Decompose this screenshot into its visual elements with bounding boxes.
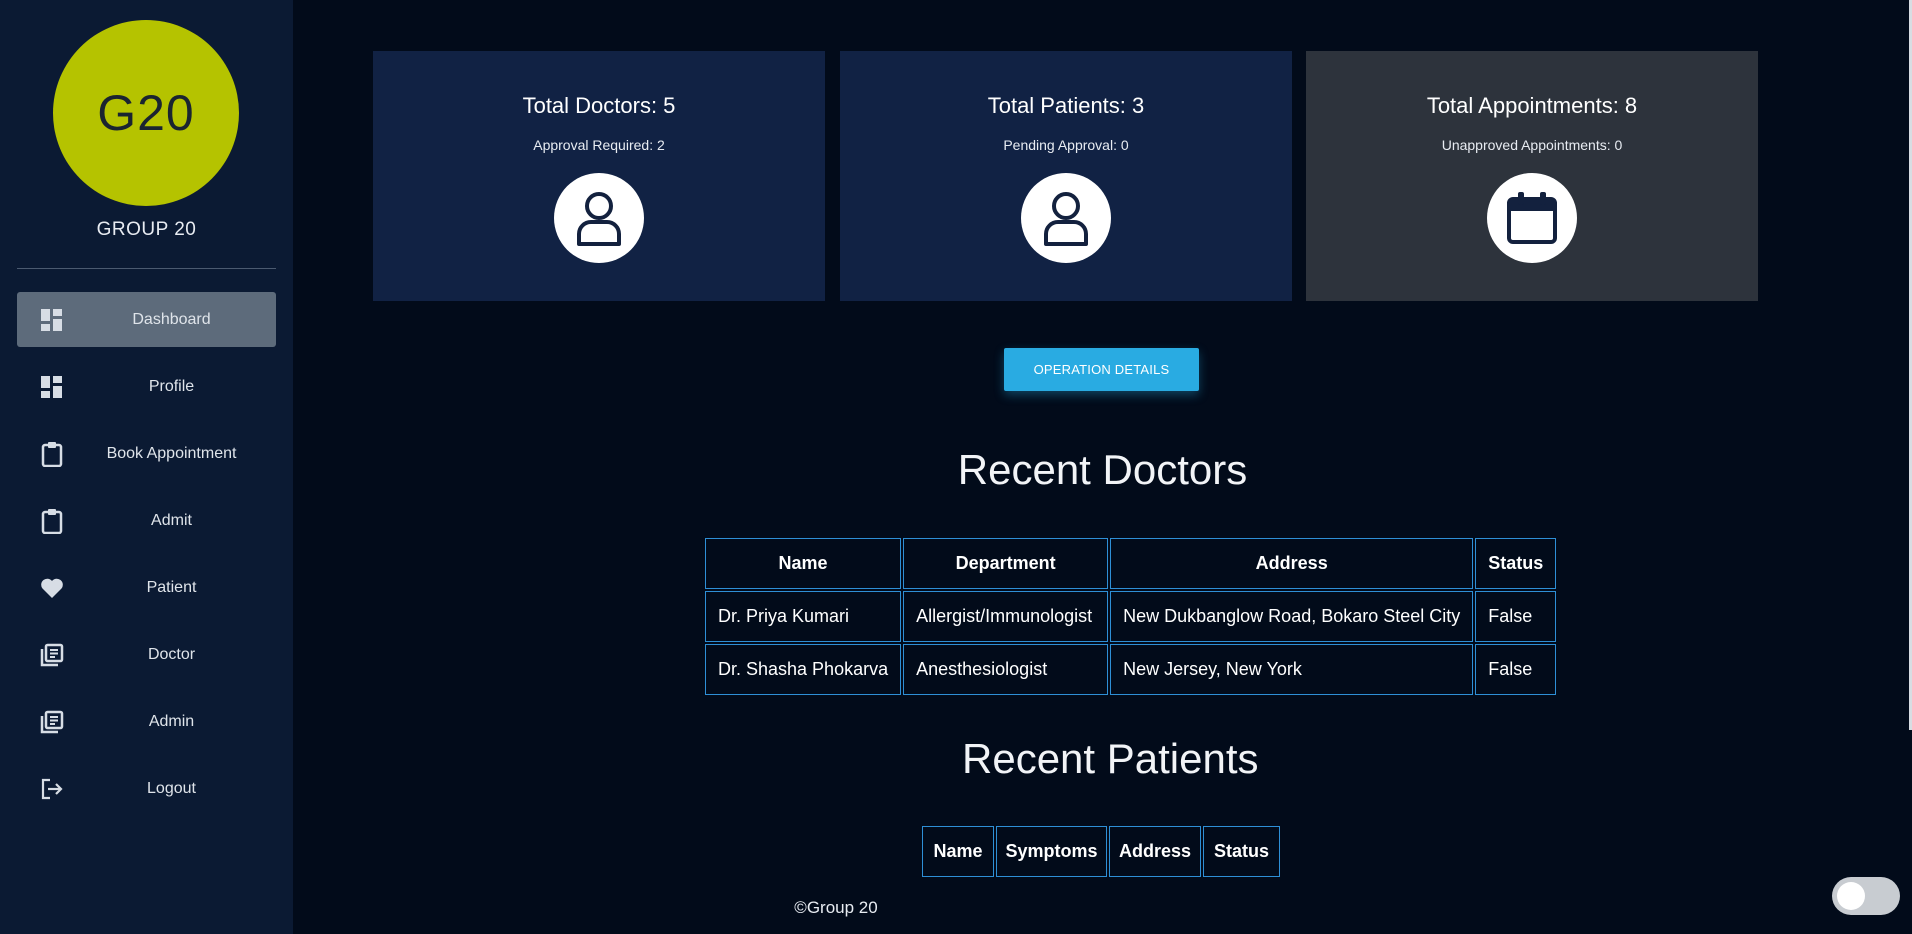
group-name: GROUP 20 <box>96 219 197 240</box>
main-content: Total Doctors: 5 Approval Required: 2 To… <box>293 0 1912 934</box>
dashboard-icon <box>39 307 65 333</box>
sidebar-item-book-appointment[interactable]: Book Appointment <box>17 426 276 481</box>
column-header-status: Status <box>1475 538 1557 589</box>
heart-icon <box>39 575 65 601</box>
doctor-status-cell: False <box>1475 591 1557 642</box>
table-row: Dr. Priya Kumari Allergist/Immunologist … <box>705 591 1557 642</box>
clipboard-icon <box>39 508 65 534</box>
library-books-icon <box>39 709 65 735</box>
theme-toggle-switch[interactable] <box>1832 877 1900 915</box>
sidebar: G20 GROUP 20 Dashboard Profile Book Appo… <box>0 0 293 934</box>
recent-patients-heading: Recent Patients <box>962 735 1259 782</box>
sidebar-item-admin[interactable]: Admin <box>17 694 276 749</box>
doctor-department-cell: Anesthesiologist <box>903 644 1109 695</box>
card-title: Total Doctors: 5 <box>522 93 676 118</box>
dashboard-icon <box>39 374 65 400</box>
recent-patients-table: Name Symptoms Address Status <box>920 824 1282 879</box>
sidebar-item-doctor[interactable]: Doctor <box>17 627 276 682</box>
sidebar-item-logout[interactable]: Logout <box>17 761 276 816</box>
logout-icon <box>39 776 65 802</box>
avatar-text: G20 <box>97 85 195 141</box>
column-header-address: Address <box>1110 538 1474 589</box>
column-header-name: Name <box>705 538 902 589</box>
library-books-icon <box>39 642 65 668</box>
doctor-department-cell: Allergist/Immunologist <box>903 591 1109 642</box>
user-icon <box>1021 173 1111 263</box>
table-row: Dr. Shasha Phokarva Anesthesiologist New… <box>705 644 1557 695</box>
user-icon <box>554 173 644 263</box>
sidebar-item-admit[interactable]: Admit <box>17 493 276 548</box>
avatar: G20 <box>53 20 239 206</box>
recent-doctors-heading: Recent Doctors <box>957 446 1248 493</box>
card-subtitle: Unapproved Appointments: 0 <box>1441 137 1623 153</box>
column-header-status: Status <box>1203 826 1280 877</box>
doctor-address-cell: New Dukbanglow Road, Bokaro Steel City <box>1110 591 1474 642</box>
card-subtitle: Pending Approval: 0 <box>1003 137 1129 153</box>
toggle-knob <box>1837 882 1865 910</box>
sidebar-divider <box>17 268 276 269</box>
column-header-department: Department <box>903 538 1109 589</box>
table-header-row: Name Department Address Status <box>705 538 1557 589</box>
table-header-row: Name Symptoms Address Status <box>922 826 1280 877</box>
card-title: Total Patients: 3 <box>987 93 1145 118</box>
column-header-name: Name <box>922 826 994 877</box>
column-header-address: Address <box>1109 826 1201 877</box>
total-appointments-card: Total Appointments: 8 Unapproved Appoint… <box>1306 51 1758 301</box>
footer-copyright: ©Group 20 <box>794 898 878 917</box>
sidebar-item-profile[interactable]: Profile <box>17 359 276 414</box>
total-patients-card: Total Patients: 3 Pending Approval: 0 <box>840 51 1292 301</box>
card-title: Total Appointments: 8 <box>1426 93 1638 118</box>
column-header-symptoms: Symptoms <box>996 826 1107 877</box>
doctor-status-cell: False <box>1475 644 1557 695</box>
sidebar-item-dashboard[interactable]: Dashboard <box>17 292 276 347</box>
operation-details-button[interactable]: OPERATION DETAILS <box>1004 348 1199 391</box>
sidebar-nav: Dashboard Profile Book Appointment Admit… <box>17 292 276 828</box>
doctor-name-cell: Dr. Shasha Phokarva <box>705 644 902 695</box>
total-doctors-card: Total Doctors: 5 Approval Required: 2 <box>373 51 825 301</box>
clipboard-icon <box>39 441 65 467</box>
recent-doctors-table: Name Department Address Status Dr. Priya… <box>703 536 1558 697</box>
doctor-name-cell: Dr. Priya Kumari <box>705 591 902 642</box>
doctor-address-cell: New Jersey, New York <box>1110 644 1474 695</box>
calendar-icon <box>1487 173 1577 263</box>
card-subtitle: Approval Required: 2 <box>533 137 665 153</box>
sidebar-item-patient[interactable]: Patient <box>17 560 276 615</box>
